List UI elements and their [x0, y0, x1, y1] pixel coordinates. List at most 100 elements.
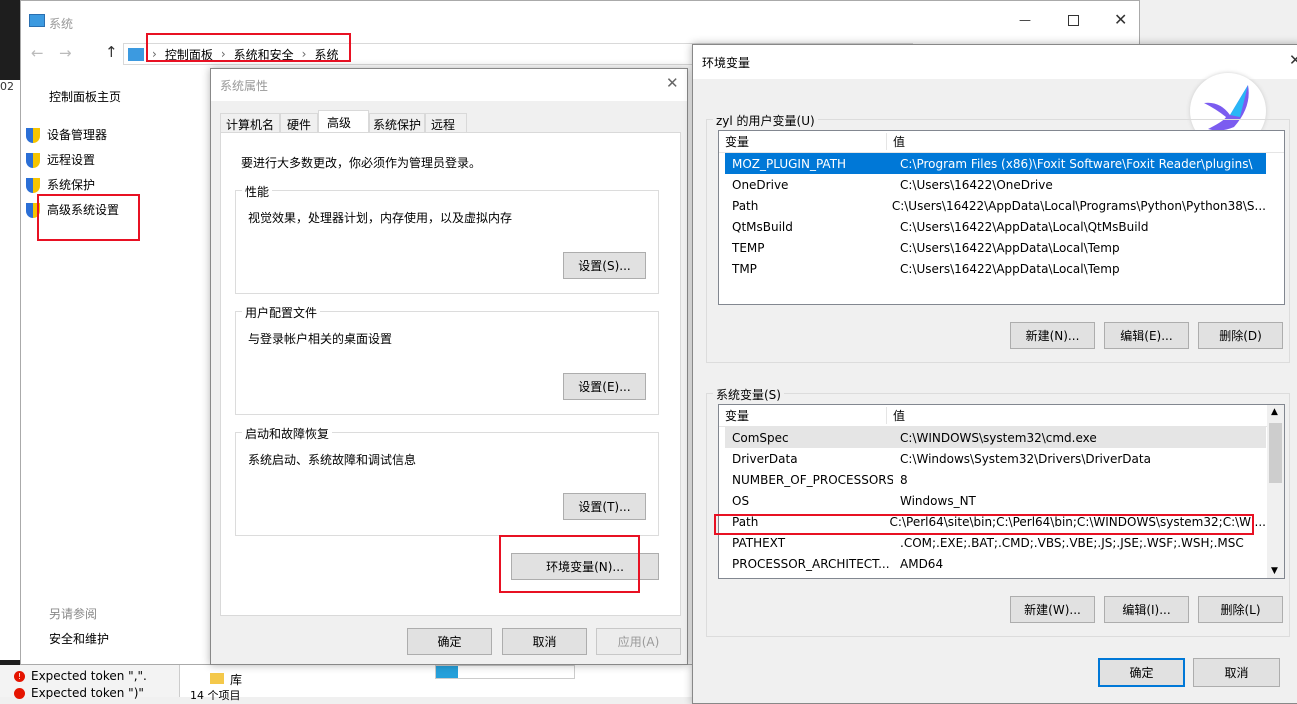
- ok-button[interactable]: 确定: [1098, 658, 1185, 687]
- sidebar-home-link[interactable]: 控制面板主页: [49, 88, 121, 105]
- security-maintenance-link[interactable]: 安全和维护: [49, 630, 109, 647]
- user-new-button[interactable]: 新建(N)...: [1010, 322, 1095, 349]
- cancel-button[interactable]: 取消: [1193, 658, 1280, 687]
- error-list: ! Expected token ",". Expected token ")": [0, 665, 180, 699]
- variable-name: QtMsBuild: [732, 219, 793, 234]
- user-delete-button[interactable]: 删除(D): [1198, 322, 1283, 349]
- variable-value: .COM;.EXE;.BAT;.CMD;.VBS;.VBE;.JS;.JSE;.…: [900, 535, 1244, 550]
- variable-value: C:\Users\16422\OneDrive: [900, 177, 1053, 192]
- title-bar: 系统 — ✕: [21, 7, 1139, 37]
- variable-name: ComSpec: [732, 430, 789, 445]
- explorer-bg: 库 14 个项目: [180, 665, 692, 702]
- scroll-down-icon[interactable]: ▼: [1271, 566, 1278, 576]
- variable-value: Windows_NT: [900, 493, 976, 508]
- folder-icon: [210, 673, 224, 684]
- user-profiles-settings-button[interactable]: 设置(E)...: [563, 373, 646, 400]
- environment-variables-button[interactable]: 环境变量(N)...: [511, 553, 659, 580]
- variable-name: MOZ_PLUGIN_PATH: [732, 156, 847, 171]
- variable-name: DriverData: [732, 451, 798, 466]
- computer-icon: [128, 47, 144, 61]
- progress-bar: [435, 665, 575, 679]
- table-row[interactable]: TEMP C:\Users\16422\AppData\Local\Temp: [725, 237, 1266, 258]
- variable-value: C:\Windows\System32\Drivers\DriverData: [900, 451, 1151, 466]
- variable-name: OneDrive: [732, 177, 789, 192]
- variable-value: C:\Users\16422\AppData\Local\Temp: [900, 261, 1120, 276]
- variable-value: C:\Users\16422\AppData\Local\Programs\Py…: [891, 198, 1266, 213]
- variable-name: TEMP: [732, 240, 765, 255]
- sidebar-item[interactable]: 远程设置: [26, 148, 119, 173]
- shield-icon: [26, 178, 40, 193]
- table-row[interactable]: Path C:\Users\16422\AppData\Local\Program…: [725, 195, 1266, 216]
- table-row[interactable]: DriverData C:\Windows\System32\Drivers\Dr…: [725, 448, 1266, 469]
- minimize-button[interactable]: —: [1019, 13, 1035, 27]
- error-icon: !: [14, 670, 25, 682]
- user-edit-button[interactable]: 编辑(E)...: [1104, 322, 1189, 349]
- variable-value: C:\Perl64\site\bin;C:\Perl64\bin;C:\WIND…: [889, 514, 1266, 529]
- variable-name: Path: [732, 514, 759, 529]
- variable-value: C:\Program Files (x86)\Foxit Software\Fo…: [900, 156, 1253, 171]
- system-properties-dialog: 系统属性 ✕ 计算机名 硬件 高级 系统保护 远程 要进行大多数更改，你必须作为…: [210, 68, 688, 665]
- cancel-button[interactable]: 取消: [502, 628, 587, 655]
- performance-group: 性能 视觉效果，处理器计划，内存使用，以及虚拟内存 设置(S)...: [235, 183, 659, 294]
- system-variables-list[interactable]: 变量值 ComSpec C:\WINDOWS\system32\cmd.exe Dr…: [718, 404, 1285, 579]
- shield-icon: [26, 203, 40, 218]
- maximize-button[interactable]: [1068, 15, 1079, 26]
- breadcrumb-item[interactable]: 系统: [314, 46, 338, 63]
- variable-value: C:\Users\16422\AppData\Local\QtMsBuild: [900, 219, 1149, 234]
- sidebar-item[interactable]: 系统保护: [26, 173, 119, 198]
- system-new-button[interactable]: 新建(W)...: [1010, 596, 1095, 623]
- shield-icon: [26, 128, 40, 143]
- breadcrumb-item[interactable]: 系统和安全: [234, 46, 294, 63]
- user-profiles-group: 用户配置文件 与登录帐户相关的桌面设置 设置(E)...: [235, 304, 659, 415]
- table-row[interactable]: Path C:\Perl64\site\bin;C:\Perl64\bin;C:\…: [725, 511, 1266, 532]
- back-icon[interactable]: ←: [31, 44, 44, 62]
- column-header-variable[interactable]: 变量: [719, 407, 887, 424]
- table-row[interactable]: PROCESSOR_ARCHITECT... AMD64: [725, 553, 1266, 574]
- up-icon[interactable]: ↑: [105, 43, 118, 61]
- variable-name: OS: [732, 493, 750, 508]
- column-header-variable[interactable]: 变量: [719, 133, 887, 150]
- sidebar-item[interactable]: 高级系统设置: [26, 198, 119, 223]
- sidebar-item[interactable]: 设备管理器: [26, 123, 119, 148]
- variable-value: C:\WINDOWS\system32\cmd.exe: [900, 430, 1097, 445]
- ok-button[interactable]: 确定: [407, 628, 492, 655]
- table-row[interactable]: OneDrive C:\Users\16422\OneDrive: [725, 174, 1266, 195]
- column-header-value[interactable]: 值: [887, 133, 905, 150]
- variable-name: PATHEXT: [732, 535, 786, 550]
- table-row[interactable]: PATHEXT .COM;.EXE;.BAT;.CMD;.VBS;.VBE;.JS…: [725, 532, 1266, 553]
- system-edit-button[interactable]: 编辑(I)...: [1104, 596, 1189, 623]
- scrollbar[interactable]: ▲ ▼: [1267, 405, 1284, 578]
- close-button[interactable]: ✕: [1289, 51, 1297, 69]
- table-row[interactable]: MOZ_PLUGIN_PATH C:\Program Files (x86)\Fo…: [725, 153, 1266, 174]
- close-button[interactable]: ✕: [1114, 10, 1127, 29]
- close-button[interactable]: ✕: [666, 74, 679, 92]
- scroll-thumb[interactable]: [1269, 423, 1282, 483]
- column-header-value[interactable]: 值: [887, 407, 905, 424]
- computer-icon: [29, 14, 45, 27]
- background-text: 02: [0, 80, 20, 660]
- environment-variables-dialog: 环境变量 ✕ zyl 的用户变量(U) 变量值 MOZ_PLUGIN_PATH C…: [692, 44, 1297, 704]
- table-row[interactable]: NUMBER_OF_PROCESSORS 8: [725, 469, 1266, 490]
- shield-icon: [26, 153, 40, 168]
- variable-name: TMP: [732, 261, 757, 276]
- variable-name: NUMBER_OF_PROCESSORS: [732, 472, 893, 487]
- table-row[interactable]: OS Windows_NT: [725, 490, 1266, 511]
- variable-value: 8: [900, 472, 908, 487]
- system-delete-button[interactable]: 删除(L): [1198, 596, 1283, 623]
- user-variables-list[interactable]: 变量值 MOZ_PLUGIN_PATH C:\Program Files (x86…: [718, 130, 1285, 305]
- variable-name: Path: [732, 198, 759, 213]
- variable-value: AMD64: [900, 556, 944, 571]
- table-row[interactable]: TMP C:\Users\16422\AppData\Local\Temp: [725, 258, 1266, 279]
- apply-button[interactable]: 应用(A): [596, 628, 681, 655]
- startup-recovery-group: 启动和故障恢复 系统启动、系统故障和调试信息 设置(T)...: [235, 425, 659, 536]
- breadcrumb-item[interactable]: 控制面板: [165, 46, 213, 63]
- table-row[interactable]: QtMsBuild C:\Users\16422\AppData\Local\Qt…: [725, 216, 1266, 237]
- tab-panel: 要进行大多数更改，你必须作为管理员登录。 性能 视觉效果，处理器计划，内存使用，…: [220, 132, 681, 616]
- variable-value: C:\Users\16422\AppData\Local\Temp: [900, 240, 1120, 255]
- table-row[interactable]: ComSpec C:\WINDOWS\system32\cmd.exe: [725, 427, 1266, 448]
- startup-recovery-settings-button[interactable]: 设置(T)...: [563, 493, 646, 520]
- variable-name: PROCESSOR_ARCHITECT...: [732, 556, 890, 571]
- scroll-up-icon[interactable]: ▲: [1271, 407, 1278, 417]
- performance-settings-button[interactable]: 设置(S)...: [563, 252, 646, 279]
- forward-icon[interactable]: →: [59, 44, 72, 62]
